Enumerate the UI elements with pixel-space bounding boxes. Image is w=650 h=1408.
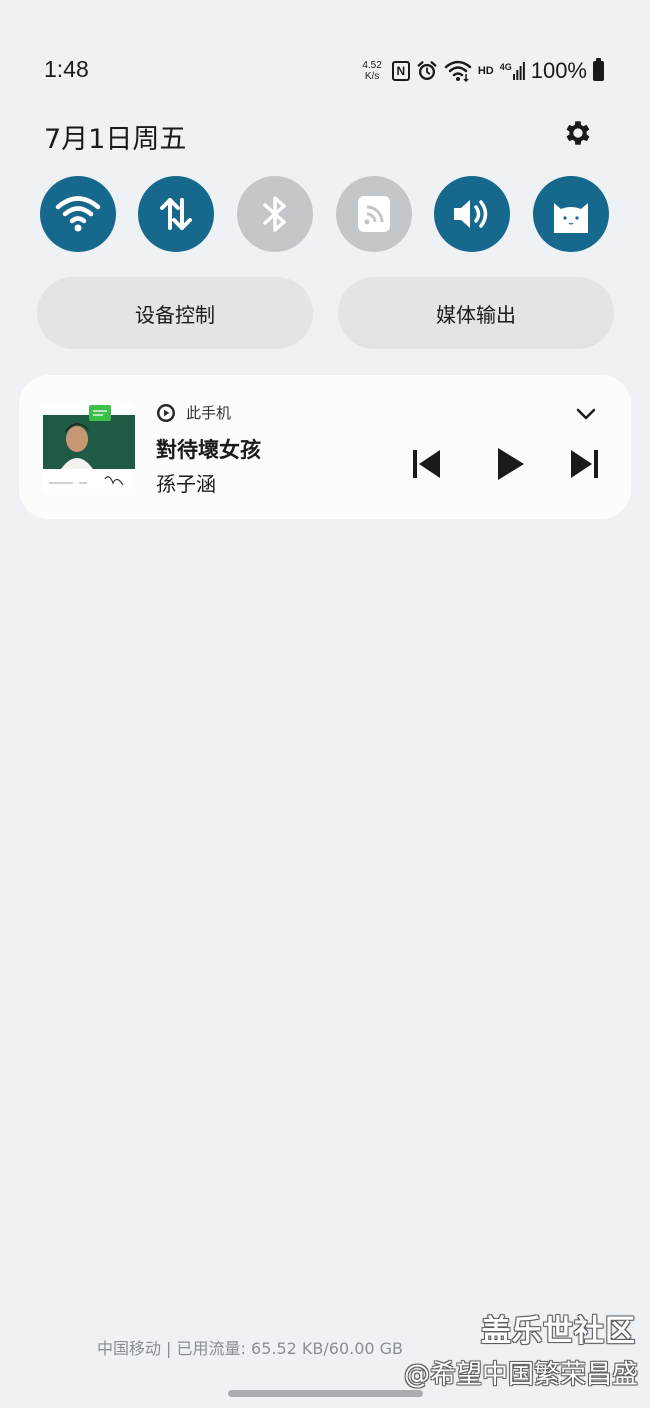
nfc-icon (358, 196, 390, 232)
sound-toggle[interactable] (434, 176, 510, 252)
skip-next-icon (571, 450, 598, 478)
mobile-data-icon (160, 198, 192, 230)
network-speed: 4.52 K/s (362, 60, 382, 82)
media-output-button[interactable]: 媒体输出 (338, 277, 614, 349)
signal-bars-icon (512, 62, 525, 80)
status-icons: 4.52 K/s N HD 4G 100% (362, 56, 604, 86)
song-title: 對待壞女孩 (156, 438, 261, 462)
cat-icon (554, 203, 588, 233)
album-art (43, 403, 135, 495)
battery-icon (593, 58, 604, 81)
chevron-down-icon (576, 408, 596, 420)
cat-app-toggle[interactable] (533, 176, 609, 252)
alarm-icon (417, 61, 437, 80)
bluetooth-icon (263, 196, 286, 232)
settings-button[interactable] (558, 113, 598, 153)
output-device-row[interactable]: 此手机 (156, 402, 231, 423)
previous-button[interactable] (406, 444, 446, 484)
expand-button[interactable] (572, 400, 600, 428)
wifi-status-icon (444, 60, 472, 82)
wifi-icon (55, 196, 101, 232)
date-label: 7月1日周五 (44, 124, 187, 155)
play-button[interactable] (489, 444, 529, 484)
cellular-signal-icon: 4G (500, 62, 525, 80)
next-button[interactable] (565, 444, 605, 484)
nfc-status-icon: N (391, 61, 410, 81)
song-artist: 孫子涵 (156, 472, 216, 496)
play-icon (498, 448, 524, 480)
gear-icon (566, 121, 590, 145)
device-control-button[interactable]: 设备控制 (37, 277, 313, 349)
skip-previous-icon (413, 450, 440, 478)
sound-icon (454, 200, 488, 228)
nfc-toggle[interactable] (336, 176, 412, 252)
hd-label: HD (477, 65, 494, 77)
home-indicator[interactable] (228, 1390, 423, 1397)
play-circle-icon (157, 403, 175, 422)
battery-percent: 100% (530, 58, 587, 83)
bluetooth-toggle[interactable] (237, 176, 313, 252)
wifi-toggle[interactable] (40, 176, 116, 252)
mobile-data-toggle[interactable] (138, 176, 214, 252)
output-device-label: 此手机 (186, 404, 232, 422)
status-time: 1:48 (44, 56, 89, 82)
watermark-user: @希望中国繁荣昌盛 (403, 1360, 638, 1390)
watermark-community: 盖乐世社区 (481, 1314, 636, 1349)
